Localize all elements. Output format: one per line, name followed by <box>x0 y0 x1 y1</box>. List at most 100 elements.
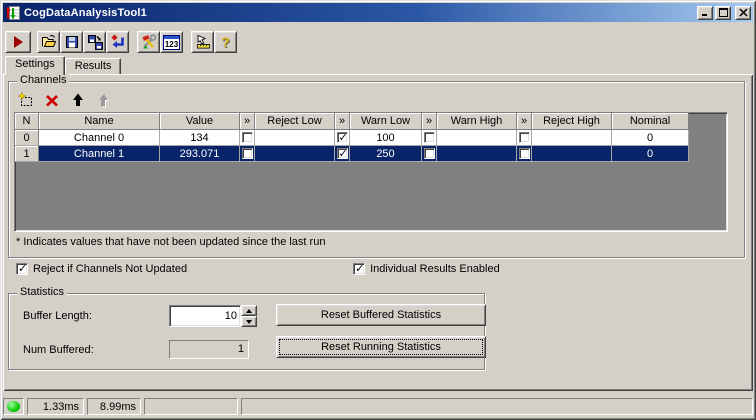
move-down-button <box>96 92 112 108</box>
window-title: CogDataAnalysisTool1 <box>24 6 147 19</box>
status-time-1: 1.33ms <box>27 398 84 415</box>
titlebar[interactable]: CogDataAnalysisTool1 <box>3 3 753 22</box>
channels-grid[interactable]: N Name Value » Reject Low » Warn Low » W… <box>14 112 728 232</box>
buffer-length-spinner <box>169 305 257 327</box>
reset-button[interactable] <box>106 31 129 53</box>
update-note: * Indicates values that have not been up… <box>16 236 326 248</box>
save-as-button[interactable] <box>83 31 106 53</box>
tab-settings[interactable]: Settings <box>5 56 65 75</box>
cell-warn-high-enable[interactable] <box>422 146 437 162</box>
down-arrow-icon <box>246 319 252 324</box>
column-header-reject-high[interactable]: Reject High <box>532 113 612 130</box>
save-button[interactable] <box>60 31 83 53</box>
cell-reject-high[interactable] <box>532 146 612 162</box>
cell-name[interactable]: Channel 1 <box>39 146 160 162</box>
channels-group-label: Channels <box>17 74 70 86</box>
individual-results-option[interactable]: Individual Results Enabled <box>353 262 500 275</box>
close-button[interactable] <box>735 5 751 20</box>
tools-icon <box>141 34 157 50</box>
cell-warn-high[interactable] <box>437 130 517 146</box>
cell-warn-low[interactable]: 250 <box>350 146 422 162</box>
checkbox[interactable] <box>336 131 348 144</box>
delete-x-icon <box>46 95 58 107</box>
individual-results-checkbox[interactable] <box>353 262 366 275</box>
run-button[interactable] <box>5 31 31 53</box>
cell-warn-low-enable[interactable] <box>335 130 350 146</box>
checkbox[interactable] <box>241 148 253 160</box>
column-header-value[interactable]: Value <box>160 113 240 130</box>
individual-results-label: Individual Results Enabled <box>370 263 500 275</box>
tools-button[interactable] <box>137 31 160 53</box>
cell-row-number[interactable]: 1 <box>15 146 39 162</box>
tabstrip: Settings Results <box>5 56 122 75</box>
tab-results[interactable]: Results <box>64 58 122 74</box>
arrow-up-icon <box>73 93 83 106</box>
column-header-chevron-1[interactable]: » <box>240 113 255 130</box>
cell-reject-low[interactable] <box>255 130 335 146</box>
spinner-down-button[interactable] <box>241 316 257 327</box>
reset-running-button[interactable]: Reset Running Statistics <box>276 336 486 358</box>
table-row-selected[interactable]: 1 Channel 1 293.071 250 0 <box>15 146 689 162</box>
column-header-warn-low[interactable]: Warn Low <box>350 113 422 130</box>
numeric-display-button[interactable]: 123 <box>160 31 183 53</box>
open-button[interactable] <box>37 31 60 53</box>
header-row: N Name Value » Reject Low » Warn Low » W… <box>15 113 689 130</box>
checkbox[interactable] <box>518 148 530 160</box>
minimize-button[interactable] <box>697 5 713 20</box>
cell-reject-high-enable[interactable] <box>517 130 532 146</box>
column-header-warn-high[interactable]: Warn High <box>437 113 517 130</box>
window: CogDataAnalysisTool1 123 ? Settings Resu… <box>0 0 756 420</box>
cell-warn-high-enable[interactable] <box>422 130 437 146</box>
column-header-chevron-2[interactable]: » <box>335 113 350 130</box>
num-buffered-label: Num Buffered: <box>23 344 94 356</box>
spinner-up-button[interactable] <box>241 305 257 316</box>
cell-warn-low-enable[interactable] <box>335 146 350 162</box>
buffer-length-input[interactable] <box>169 305 241 327</box>
column-header-nominal[interactable]: Nominal <box>612 113 689 130</box>
cell-value[interactable]: 293.071 <box>160 146 240 162</box>
cell-name[interactable]: Channel 0 <box>39 130 160 146</box>
statusbar: 1.33ms 8.99ms <box>3 396 753 417</box>
maximize-button[interactable] <box>715 5 731 20</box>
reject-if-not-updated-option[interactable]: Reject if Channels Not Updated <box>16 262 187 275</box>
column-header-name[interactable]: Name <box>39 113 160 130</box>
save-as-icon <box>87 34 103 50</box>
options-row: Reject if Channels Not Updated Individua… <box>16 262 500 275</box>
table-row[interactable]: 0 Channel 0 134 100 0 <box>15 130 689 146</box>
cell-reject-low-enable[interactable] <box>240 146 255 162</box>
cell-reject-high-enable[interactable] <box>517 146 532 162</box>
up-arrow-icon <box>246 308 252 313</box>
toolbar: 123 ? <box>3 23 753 55</box>
cell-reject-high[interactable] <box>532 130 612 146</box>
cell-nominal[interactable]: 0 <box>612 146 689 162</box>
help-button[interactable]: ? <box>214 31 237 53</box>
cell-nominal[interactable]: 0 <box>612 130 689 146</box>
reject-if-not-updated-checkbox[interactable] <box>16 262 28 275</box>
checkbox[interactable] <box>423 148 435 160</box>
column-header-chevron-3[interactable]: » <box>422 113 437 130</box>
column-header-reject-low[interactable]: Reject Low <box>255 113 335 130</box>
reset-buffered-button[interactable]: Reset Buffered Statistics <box>276 304 486 326</box>
cell-reject-low[interactable] <box>255 146 335 162</box>
cell-row-number[interactable]: 0 <box>15 130 39 146</box>
settings-page: Channels N Name Value » Reject Low » War… <box>3 74 753 391</box>
delete-channel-button[interactable] <box>44 92 60 108</box>
checkbox[interactable] <box>336 147 348 160</box>
num-buffered-field: 1 <box>169 340 249 359</box>
position-tool-button[interactable] <box>191 31 214 53</box>
cell-reject-low-enable[interactable] <box>240 130 255 146</box>
cell-warn-high[interactable] <box>437 146 517 162</box>
cell-warn-low[interactable]: 100 <box>350 130 422 146</box>
cell-value[interactable]: 134 <box>160 130 240 146</box>
column-header-chevron-4[interactable]: » <box>517 113 532 130</box>
buffer-length-label: Buffer Length: <box>23 310 92 322</box>
help-icon: ? <box>221 34 230 50</box>
checkbox[interactable] <box>241 132 253 144</box>
checkbox[interactable] <box>423 132 435 144</box>
column-header-n[interactable]: N <box>15 113 39 130</box>
move-up-button[interactable] <box>70 92 86 108</box>
add-channel-button[interactable] <box>18 92 34 108</box>
app-icon <box>5 5 21 21</box>
numeric-123-icon: 123 <box>163 34 180 50</box>
checkbox[interactable] <box>518 132 530 144</box>
